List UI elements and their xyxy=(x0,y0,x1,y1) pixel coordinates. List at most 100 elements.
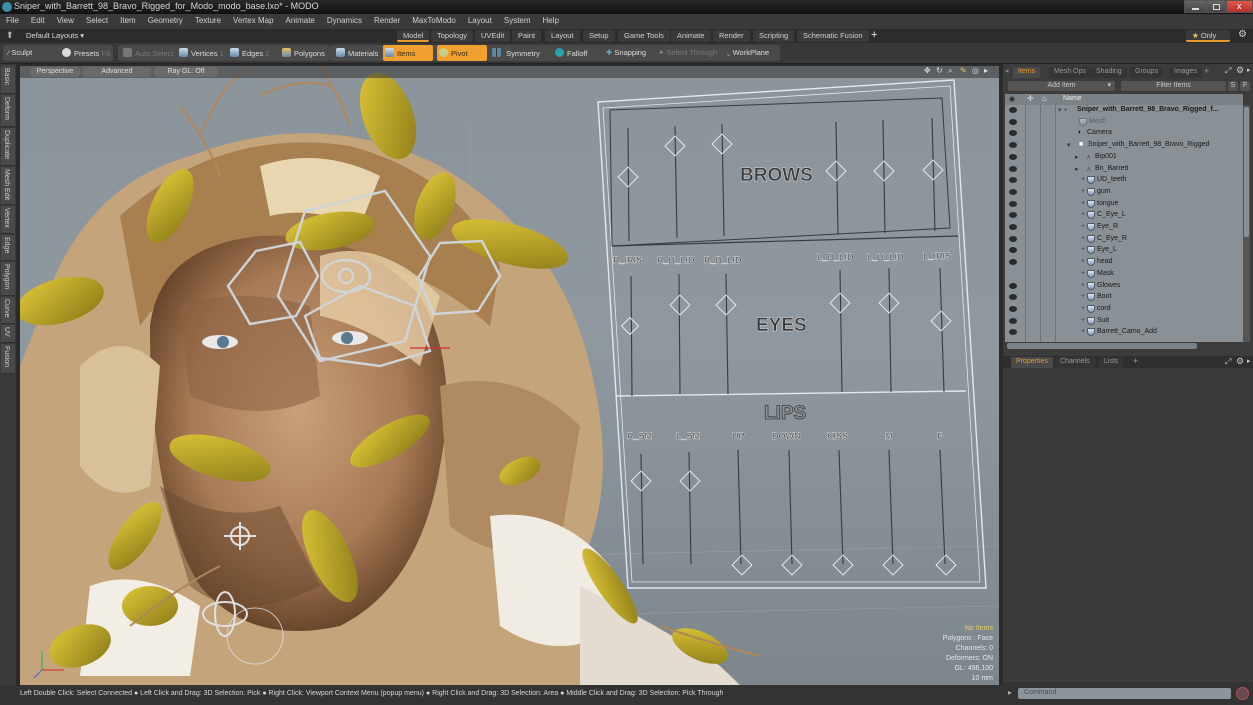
viewport-menu-arrow-icon[interactable]: ▸ xyxy=(984,66,988,75)
menu-dynamics[interactable]: Dynamics xyxy=(321,14,368,25)
tree-item-tongue[interactable]: + tongue xyxy=(1005,199,1243,211)
tree-item-barrett-camo-add[interactable]: + Barrett_Camo_Add xyxy=(1005,327,1243,339)
tree-item-mesh[interactable]: Mesh xyxy=(1005,117,1243,129)
vtab-curve[interactable]: Curve xyxy=(1,297,15,324)
tab-groups[interactable]: Groups xyxy=(1130,67,1163,78)
tree-item-camera[interactable]: ◐ Camera xyxy=(1005,128,1243,140)
tree-item-eye-r[interactable]: + Eye_R xyxy=(1005,222,1243,234)
tab-channels[interactable]: Channels xyxy=(1055,357,1095,368)
tree-item-glowes[interactable]: + Glowes xyxy=(1005,281,1243,293)
menu-texture[interactable]: Texture xyxy=(189,14,227,25)
tree-item-c-eye-l[interactable]: + C_Eye_L xyxy=(1005,210,1243,222)
menu-animate[interactable]: Animate xyxy=(280,14,321,25)
rotate-icon[interactable]: ↻ xyxy=(936,66,943,75)
view-mode-button[interactable]: Perspective xyxy=(30,67,80,77)
tree-item-group[interactable]: ▾ ■ Sniper_with_Barrett_98_Bravo_Rigged xyxy=(1005,140,1243,152)
tab-layout[interactable]: Layout xyxy=(545,30,580,42)
layout-pin-icon[interactable]: ⬆ xyxy=(6,30,14,41)
expand-icon[interactable]: ⤢ xyxy=(1225,66,1231,76)
tree-item-c-eye-r[interactable]: + C_Eye_R xyxy=(1005,234,1243,246)
tab-topology[interactable]: Topology xyxy=(431,30,474,42)
rig-slider-handles[interactable] xyxy=(617,133,957,576)
menu-render[interactable]: Render xyxy=(368,14,406,25)
menu-select[interactable]: Select xyxy=(80,14,114,25)
record-macro-button[interactable] xyxy=(1236,687,1249,700)
menu-help[interactable]: Help xyxy=(537,14,565,25)
add-properties-tab-icon[interactable]: + xyxy=(1133,356,1138,366)
name-column-header[interactable]: Name xyxy=(1063,95,1082,102)
shading-mode-button[interactable]: Advanced xyxy=(83,67,151,77)
tab-setup[interactable]: Setup xyxy=(583,30,615,42)
tree-item-mask[interactable]: + Mask xyxy=(1005,269,1243,281)
restore-button[interactable] xyxy=(1206,0,1226,13)
properties-arrow-icon[interactable]: ▸ xyxy=(1247,357,1251,365)
properties-expand-icon[interactable]: ⤢ xyxy=(1225,357,1231,367)
menu-item[interactable]: Item xyxy=(114,14,142,25)
materials-button[interactable]: Materials xyxy=(334,45,380,61)
tab-paint[interactable]: Paint xyxy=(512,30,542,42)
vtab-duplicate[interactable]: Duplicate xyxy=(1,128,15,166)
vtab-deform[interactable]: Deform xyxy=(1,95,15,127)
add-tab-button[interactable]: + xyxy=(871,29,877,41)
zoom-icon[interactable]: ⌕ xyxy=(948,66,952,76)
tab-model[interactable]: Model xyxy=(397,30,430,42)
auto-select-button[interactable]: Auto Select xyxy=(121,45,175,61)
vtab-vertex[interactable]: Vertex xyxy=(1,206,15,234)
pan-icon[interactable]: ✥ xyxy=(924,66,931,75)
brush-tool-icon[interactable]: ✎ xyxy=(960,66,967,75)
tree-item-boot[interactable]: + Boot xyxy=(1005,292,1243,304)
tab-uvedit[interactable]: UVEdit xyxy=(475,30,511,42)
menu-maxtomodo[interactable]: MaxToModo xyxy=(406,14,462,25)
tab-game-tools[interactable]: Game Tools xyxy=(618,30,670,42)
tab-animate[interactable]: Animate xyxy=(671,30,711,42)
menu-view[interactable]: View xyxy=(51,14,80,25)
menu-layout[interactable]: Layout xyxy=(462,14,498,25)
menu-geometry[interactable]: Geometry xyxy=(142,14,189,25)
properties-gear-icon[interactable]: ⚙ xyxy=(1236,356,1244,367)
polygons-button[interactable]: Polygons xyxy=(280,45,327,61)
filter-items-input[interactable]: Filter Items xyxy=(1121,81,1226,91)
sculpt-button[interactable]: ∕ Sculpt xyxy=(6,45,34,61)
items-vertical-scrollbar[interactable] xyxy=(1243,105,1250,342)
items-button[interactable]: Items xyxy=(383,45,433,61)
lock-column-icon[interactable]: ✛ xyxy=(1027,94,1034,103)
layouts-dropdown[interactable]: Default Layouts ▾ xyxy=(26,31,84,40)
vtab-fusion[interactable]: Fusion xyxy=(1,344,15,374)
visibility-column-icon[interactable]: ◉ xyxy=(1009,95,1015,103)
vtab-basic[interactable]: Basic xyxy=(1,66,15,94)
menu-file[interactable]: File xyxy=(0,14,25,25)
3d-viewport[interactable]: BROWS EYES LIPS R_IRIS R_U_LID R_D_LID L… xyxy=(20,66,999,685)
symmetry-button[interactable]: Symmetry xyxy=(490,45,542,61)
close-button[interactable]: x xyxy=(1226,0,1253,13)
fit-icon[interactable]: ◎ xyxy=(972,66,979,75)
panel-arrow-icon[interactable]: ▸ xyxy=(1247,66,1251,74)
tree-item-head[interactable]: + head xyxy=(1005,257,1243,269)
tab-properties[interactable]: Properties xyxy=(1011,357,1053,368)
snapping-button[interactable]: ✚ Snapping xyxy=(604,45,648,61)
tab-mesh-ops[interactable]: Mesh Ops xyxy=(1049,67,1091,78)
panel-gear-icon[interactable]: ⚙ xyxy=(1236,65,1244,76)
tab-schematic-fusion[interactable]: Schematic Fusion xyxy=(797,30,869,42)
vtab-edge[interactable]: Edge xyxy=(1,235,15,261)
workplane-button[interactable]: ⌞ WorkPlane xyxy=(725,45,771,61)
vtab-uv[interactable]: UV xyxy=(1,325,15,343)
add-item-dropdown[interactable]: Add Item ▾ xyxy=(1008,81,1115,91)
vtab-polygon[interactable]: Polygon xyxy=(1,262,15,296)
edges-button[interactable]: Edges 2 xyxy=(228,45,272,61)
command-input[interactable]: Command xyxy=(1018,688,1231,699)
render-column-icon[interactable]: ⌂ xyxy=(1042,94,1047,103)
tab-items[interactable]: Items xyxy=(1013,67,1041,78)
raygl-button[interactable]: Ray GL: Off xyxy=(154,67,218,77)
tree-item-gum[interactable]: + gum xyxy=(1005,187,1243,199)
tree-item-bip001[interactable]: ▸ ⋏ Bip001 xyxy=(1005,152,1243,164)
tab-images[interactable]: Images xyxy=(1169,67,1202,78)
tab-lists[interactable]: Lists xyxy=(1099,357,1124,368)
add-panel-tab-icon[interactable]: + xyxy=(1204,66,1209,76)
tree-item-ud-teeth[interactable]: + UD_teeth xyxy=(1005,175,1243,187)
falloff-button[interactable]: Falloff xyxy=(553,45,589,61)
vtab-mesh-edit[interactable]: Mesh Edit xyxy=(1,167,15,205)
tree-item-cord[interactable]: + cord xyxy=(1005,304,1243,316)
tree-item-scene[interactable]: ▾ + Sniper_with_Barrett_98_Bravo_Rigged_… xyxy=(1005,105,1243,117)
menu-edit[interactable]: Edit xyxy=(25,14,51,25)
presets-button[interactable]: Presets F6 xyxy=(60,45,112,61)
